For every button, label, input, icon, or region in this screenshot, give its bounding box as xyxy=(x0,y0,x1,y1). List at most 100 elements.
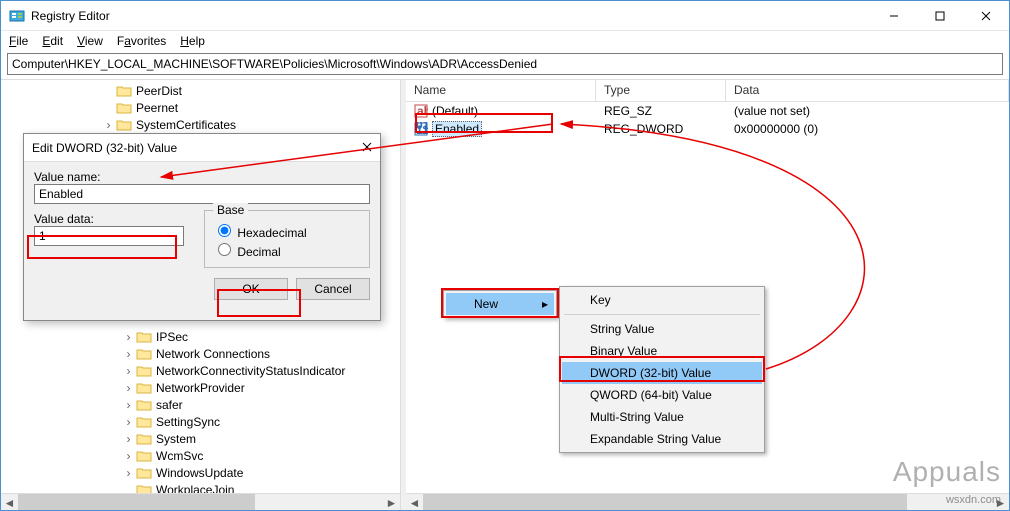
ctx-item[interactable]: Key xyxy=(562,289,762,311)
expand-icon[interactable]: › xyxy=(121,432,136,446)
tree-item[interactable]: ›safer xyxy=(1,396,183,413)
tree-item-label: PeerDist xyxy=(136,84,182,98)
minimize-button[interactable] xyxy=(871,1,917,31)
window-title: Registry Editor xyxy=(31,9,110,23)
expand-icon[interactable]: › xyxy=(121,398,136,412)
value-data: 0x00000000 (0) xyxy=(726,122,1009,136)
dialog-close-icon[interactable] xyxy=(362,141,372,155)
menu-bar: File Edit View Favorites Help xyxy=(1,31,1009,51)
dword-value-icon: 011110 xyxy=(414,122,428,136)
context-submenu: Key String ValueBinary ValueDWORD (32-bit… xyxy=(559,286,765,453)
string-value-icon: ab xyxy=(414,104,428,118)
tree-item[interactable]: ›Network Connections xyxy=(1,345,270,362)
ok-button[interactable]: OK xyxy=(214,278,288,300)
scroll-left-icon[interactable]: ◄ xyxy=(406,494,423,510)
close-button[interactable] xyxy=(963,1,1009,31)
folder-icon xyxy=(136,449,152,463)
registry-editor-window: Registry Editor File Edit View Favorites… xyxy=(0,0,1010,511)
menu-separator xyxy=(564,314,760,315)
list-header: Name Type Data xyxy=(406,80,1009,102)
expand-icon[interactable]: › xyxy=(121,415,136,429)
expand-icon[interactable]: › xyxy=(121,381,136,395)
tree-item[interactable]: ›NetworkProvider xyxy=(1,379,245,396)
edit-dword-dialog: Edit DWORD (32-bit) Value Value name: Va… xyxy=(23,133,381,321)
base-legend: Base xyxy=(213,203,248,217)
tree-item[interactable]: Peernet xyxy=(1,99,178,116)
tree-item-label: System xyxy=(156,432,196,446)
value-data-label: Value data: xyxy=(34,212,184,226)
address-text: Computer\HKEY_LOCAL_MACHINE\SOFTWARE\Pol… xyxy=(12,57,537,71)
ctx-item[interactable]: String Value xyxy=(562,318,762,340)
col-type[interactable]: Type xyxy=(596,80,726,101)
expand-icon[interactable]: › xyxy=(121,466,136,480)
cancel-button[interactable]: Cancel xyxy=(296,278,370,300)
menu-view[interactable]: View xyxy=(77,34,103,48)
tree-item[interactable]: › SystemCertificates xyxy=(1,116,236,133)
radio-hex[interactable]: Hexadecimal xyxy=(213,221,361,240)
ctx-item[interactable]: Binary Value xyxy=(562,340,762,362)
expand-icon[interactable] xyxy=(101,84,116,98)
menu-edit[interactable]: Edit xyxy=(42,34,63,48)
expand-icon[interactable]: › xyxy=(121,330,136,344)
radio-dec[interactable]: Decimal xyxy=(213,240,361,259)
scroll-right-icon[interactable]: ► xyxy=(992,494,1009,510)
folder-icon xyxy=(136,432,152,446)
folder-icon xyxy=(136,364,152,378)
value-data: (value not set) xyxy=(726,104,1009,118)
tree-item[interactable]: ›NetworkConnectivityStatusIndicator xyxy=(1,362,345,379)
list-row[interactable]: 011110 Enabled REG_DWORD0x00000000 (0) xyxy=(406,120,1009,138)
tree-hscroll[interactable]: ◄ ► xyxy=(1,493,400,510)
scroll-left-icon[interactable]: ◄ xyxy=(1,494,18,510)
dialog-title-bar[interactable]: Edit DWORD (32-bit) Value xyxy=(24,134,380,162)
scroll-right-icon[interactable]: ► xyxy=(383,494,400,510)
col-name[interactable]: Name xyxy=(406,80,596,101)
value-name: Enabled xyxy=(432,121,482,137)
list-hscroll[interactable]: ◄ ► xyxy=(406,493,1009,510)
scroll-thumb[interactable] xyxy=(423,494,907,510)
ctx-item[interactable]: Expandable String Value xyxy=(562,428,762,450)
folder-icon xyxy=(136,330,152,344)
app-icon xyxy=(9,8,25,24)
expand-icon[interactable]: › xyxy=(121,449,136,463)
tree-item[interactable]: ›WcmSvc xyxy=(1,447,203,464)
tree-item-label: SystemCertificates xyxy=(136,118,236,132)
value-name-input[interactable] xyxy=(34,184,370,204)
folder-icon xyxy=(136,381,152,395)
value-type: REG_DWORD xyxy=(596,122,726,136)
expand-icon[interactable] xyxy=(101,101,116,115)
col-data[interactable]: Data xyxy=(726,80,1009,101)
menu-favorites[interactable]: Favorites xyxy=(117,34,166,48)
svg-text:ab: ab xyxy=(417,104,428,118)
scroll-thumb[interactable] xyxy=(18,494,255,510)
tree-item[interactable]: › System xyxy=(1,430,196,447)
expand-icon[interactable]: › xyxy=(121,364,136,378)
menu-help[interactable]: Help xyxy=(180,34,205,48)
ctx-item[interactable]: QWORD (64-bit) Value xyxy=(562,384,762,406)
maximize-button[interactable] xyxy=(917,1,963,31)
expand-icon[interactable]: › xyxy=(101,118,116,132)
tree-item-label: SettingSync xyxy=(156,415,220,429)
submenu-arrow-icon: ▸ xyxy=(542,297,548,311)
folder-icon xyxy=(116,84,132,98)
list-row[interactable]: ab(Default)REG_SZ(value not set) xyxy=(406,102,1009,120)
title-bar[interactable]: Registry Editor xyxy=(1,1,1009,31)
ctx-new-item[interactable]: New ▸ xyxy=(446,293,554,315)
value-type: REG_SZ xyxy=(596,104,726,118)
folder-icon xyxy=(116,101,132,115)
value-data-input[interactable] xyxy=(34,226,184,246)
tree-item[interactable]: ›WindowsUpdate xyxy=(1,464,243,481)
ctx-item[interactable]: Multi-String Value xyxy=(562,406,762,428)
tree-item[interactable]: › IPSec xyxy=(1,328,188,345)
tree-item[interactable]: PeerDist xyxy=(1,82,182,99)
tree-item[interactable]: › SettingSync xyxy=(1,413,220,430)
expand-icon[interactable]: › xyxy=(121,347,136,361)
folder-icon xyxy=(136,347,152,361)
menu-file[interactable]: File xyxy=(9,34,28,48)
dialog-title: Edit DWORD (32-bit) Value xyxy=(32,141,177,155)
ctx-item[interactable]: DWORD (32-bit) Value xyxy=(562,362,762,384)
value-name-label: Value name: xyxy=(34,170,370,184)
tree-item-label: IPSec xyxy=(156,330,188,344)
address-bar[interactable]: Computer\HKEY_LOCAL_MACHINE\SOFTWARE\Pol… xyxy=(7,53,1003,75)
context-menu-new: New ▸ xyxy=(443,290,557,318)
folder-icon xyxy=(136,466,152,480)
